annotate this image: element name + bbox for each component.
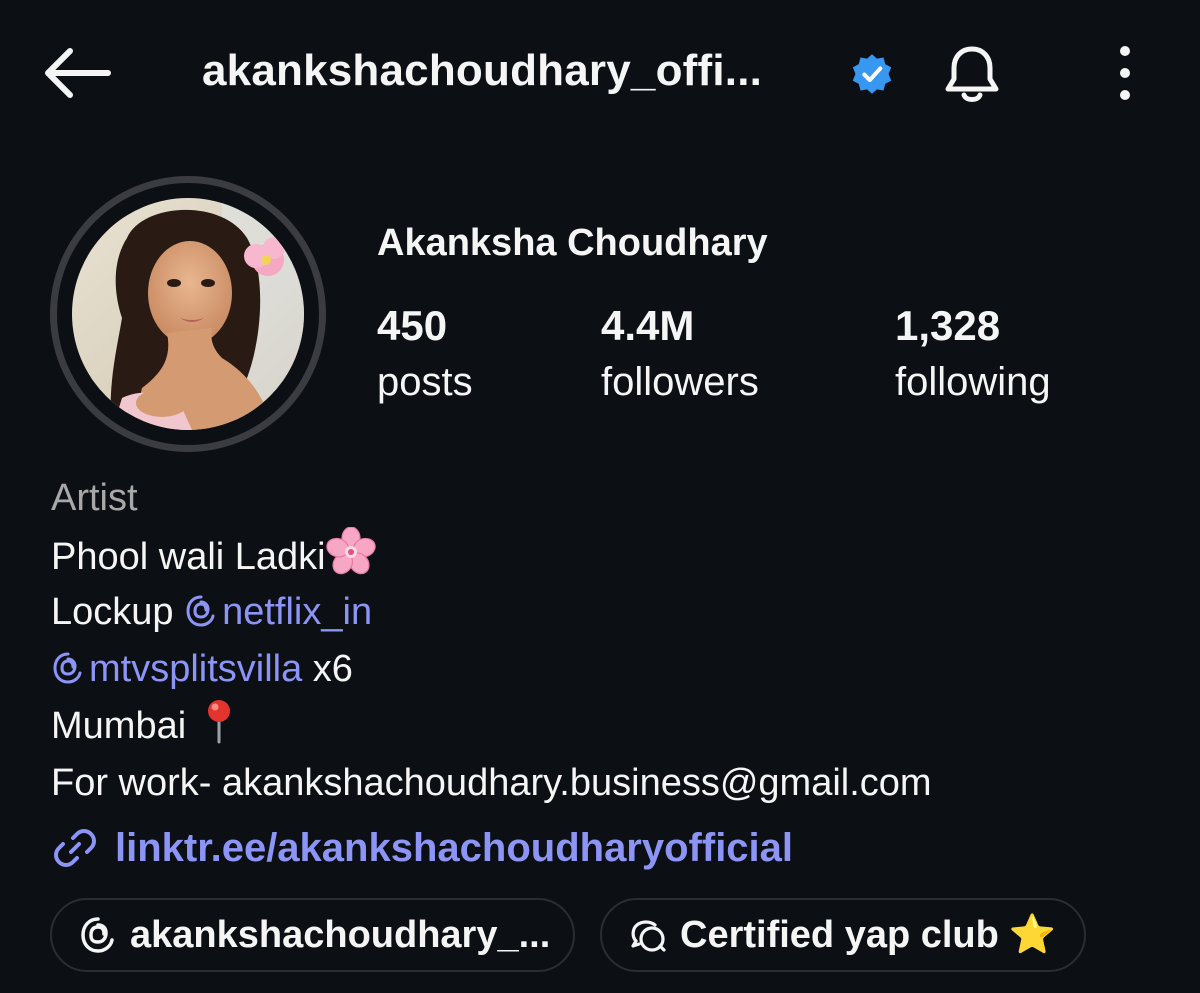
bio-link-text[interactable]: linktr.ee/akankshachoudharyofficial	[115, 820, 793, 877]
mention-mtvsplitsvilla[interactable]: mtvsplitsvilla	[51, 648, 302, 690]
threads-icon	[81, 917, 114, 953]
profile-category: Artist	[51, 477, 138, 519]
bio-line-2-text: Lockup	[51, 591, 185, 633]
more-vertical-icon	[1120, 46, 1130, 100]
threads-profile-chip[interactable]: akankshachoudhary_...	[50, 898, 575, 972]
display-name: Akanksha Choudhary	[377, 222, 768, 264]
bio-link[interactable]: linktr.ee/akankshachoudharyofficial	[51, 818, 1181, 878]
cherry-blossom-icon	[325, 527, 376, 575]
bio-line-1: Phool wali Ladki	[51, 527, 1181, 584]
following-label: following	[895, 360, 1051, 404]
threads-icon	[186, 595, 215, 627]
threads-chip-label: akankshachoudhary_...	[130, 913, 551, 956]
back-button[interactable]	[36, 38, 116, 108]
posts-label: posts	[377, 360, 473, 404]
bio-line-3-suffix: x6	[302, 648, 353, 690]
chat-bubbles-icon	[631, 920, 666, 952]
mention-netflix-in[interactable]: netflix_in	[184, 591, 372, 633]
mention-mtvsplitsvilla-text: mtvsplitsvilla	[89, 648, 303, 690]
arrow-left-icon	[45, 48, 111, 98]
posts-stat[interactable]: 450 posts	[377, 300, 473, 412]
notifications-bell-button[interactable]	[934, 36, 1010, 112]
profile-username[interactable]: akankshachoudhary_offi...	[202, 46, 762, 96]
mention-netflix-in-text: netflix_in	[222, 591, 373, 633]
more-options-button[interactable]	[1100, 38, 1150, 108]
channel-chip-label: Certified yap club	[680, 913, 999, 956]
bio-line-5: For work- akankshachoudhary.business@gma…	[51, 762, 932, 804]
bio-line-2: Lockup netflix_in	[51, 584, 1181, 641]
verified-badge-icon	[852, 54, 892, 94]
avatar-photo	[72, 198, 304, 430]
broadcast-channel-chip[interactable]: Certified yap club ⭐	[600, 898, 1086, 972]
followers-stat[interactable]: 4.4M followers	[601, 300, 759, 412]
profile-bio: Artist Phool wali Ladki Lockup netflix_i…	[51, 470, 1181, 878]
following-count: 1,328	[895, 302, 1001, 349]
bell-icon	[945, 46, 999, 102]
posts-count: 450	[377, 302, 448, 349]
bio-line-4-text: Mumbai	[51, 705, 187, 747]
star-icon: ⭐	[1008, 914, 1057, 956]
profile-avatar-ring[interactable]	[50, 176, 326, 452]
threads-icon	[53, 652, 82, 684]
link-icon	[54, 829, 96, 867]
avatar-ring-gap	[57, 183, 319, 445]
followers-count: 4.4M	[601, 302, 695, 349]
followers-label: followers	[601, 360, 759, 404]
bio-line-1-text: Phool wali Ladki	[51, 536, 326, 578]
round-pushpin-icon	[208, 700, 231, 744]
following-stat[interactable]: 1,328 following	[895, 300, 1051, 412]
bio-line-4: Mumbai	[51, 698, 1181, 755]
bio-line-3: mtvsplitsvilla x6	[51, 641, 1181, 698]
top-bar: akankshachoudhary_offi...	[0, 0, 1200, 140]
avatar	[72, 198, 304, 430]
